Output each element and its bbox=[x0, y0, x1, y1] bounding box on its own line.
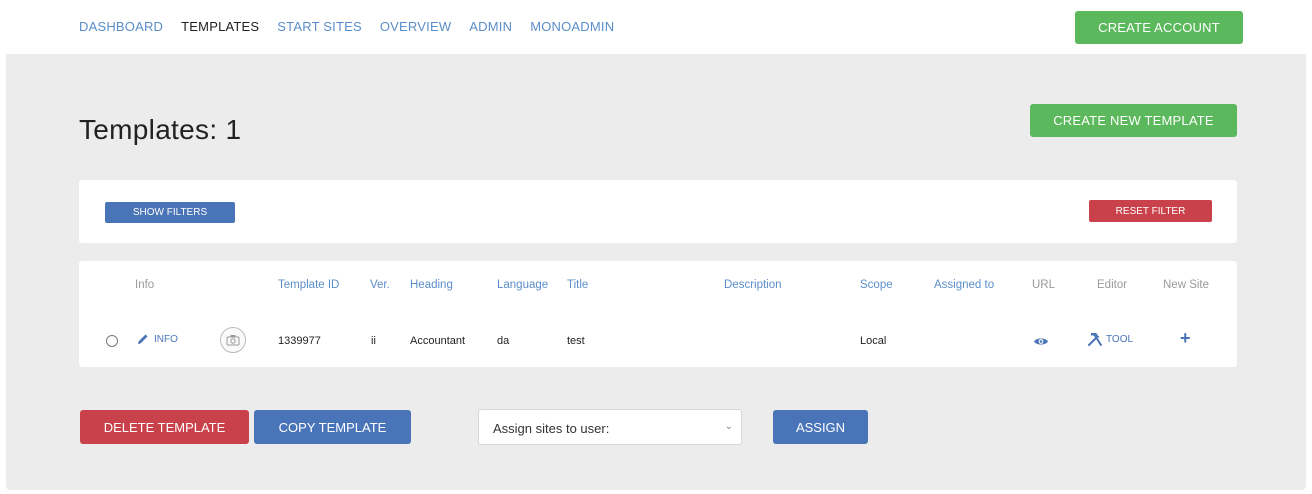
header-info: Info bbox=[135, 279, 155, 291]
nav-links: DASHBOARD TEMPLATES START SITES OVERVIEW… bbox=[79, 19, 632, 34]
header-assigned-to[interactable]: Assigned to bbox=[934, 279, 994, 291]
header-scope[interactable]: Scope bbox=[860, 279, 893, 291]
row-select-radio[interactable] bbox=[106, 335, 118, 347]
new-site-plus-icon[interactable]: + bbox=[1180, 328, 1191, 349]
nav-templates[interactable]: TEMPLATES bbox=[181, 19, 259, 34]
header-url: URL bbox=[1032, 279, 1056, 291]
page-title: Templates: 1 bbox=[79, 114, 242, 145]
info-link-label: INFO bbox=[154, 333, 178, 345]
templates-table: Info Template ID Ver. Heading Language T… bbox=[79, 261, 1237, 367]
create-new-template-button[interactable]: CREATE NEW TEMPLATE bbox=[1030, 104, 1237, 137]
editor-tool-label: TOOL bbox=[1106, 334, 1134, 345]
header-language[interactable]: Language bbox=[497, 279, 548, 291]
top-navigation: DASHBOARD TEMPLATES START SITES OVERVIEW… bbox=[6, 0, 1306, 54]
editor-tool-link[interactable]: TOOL bbox=[1087, 332, 1133, 347]
nav-dashboard[interactable]: DASHBOARD bbox=[79, 19, 163, 34]
view-url-eye-icon[interactable] bbox=[1033, 334, 1049, 352]
header-title[interactable]: Title bbox=[567, 279, 588, 291]
header-editor: Editor bbox=[1097, 279, 1128, 291]
camera-icon bbox=[226, 335, 240, 346]
header-template-id[interactable]: Template ID bbox=[278, 279, 339, 291]
header-new-site: New Site bbox=[1163, 279, 1210, 291]
assign-user-select[interactable]: Assign sites to user: ⌄ bbox=[478, 409, 742, 445]
cell-template-id: 1339977 bbox=[278, 335, 321, 347]
assign-button[interactable]: ASSIGN bbox=[773, 410, 868, 444]
reset-filter-button[interactable]: RESET FILTER bbox=[1089, 200, 1212, 222]
header-heading[interactable]: Heading bbox=[410, 279, 453, 291]
info-link[interactable]: INFO bbox=[137, 333, 178, 345]
cell-version: ii bbox=[371, 335, 376, 347]
chevron-down-icon: ⌄ bbox=[724, 421, 733, 432]
nav-start-sites[interactable]: START SITES bbox=[277, 19, 362, 34]
create-account-button[interactable]: CREATE ACCOUNT bbox=[1075, 11, 1243, 44]
assign-user-select-value: Assign sites to user: bbox=[493, 421, 610, 436]
cell-scope: Local bbox=[860, 335, 887, 347]
cell-title: test bbox=[567, 335, 585, 347]
nav-overview[interactable]: OVERVIEW bbox=[380, 19, 451, 34]
copy-template-button[interactable]: COPY TEMPLATE bbox=[254, 410, 411, 444]
header-description[interactable]: Description bbox=[724, 279, 782, 291]
pencil-icon bbox=[138, 334, 148, 344]
nav-monoadmin[interactable]: MONOADMIN bbox=[530, 19, 614, 34]
header-version[interactable]: Ver. bbox=[370, 279, 390, 291]
nav-admin[interactable]: ADMIN bbox=[469, 19, 512, 34]
template-thumbnail[interactable] bbox=[220, 327, 246, 353]
cell-language: da bbox=[497, 335, 510, 347]
cell-heading: Accountant bbox=[410, 335, 466, 347]
delete-template-button[interactable]: DELETE TEMPLATE bbox=[80, 410, 249, 444]
show-filters-button[interactable]: SHOW FILTERS bbox=[105, 202, 235, 223]
filter-panel: SHOW FILTERS RESET FILTER bbox=[79, 180, 1237, 243]
tools-icon bbox=[1088, 333, 1102, 346]
